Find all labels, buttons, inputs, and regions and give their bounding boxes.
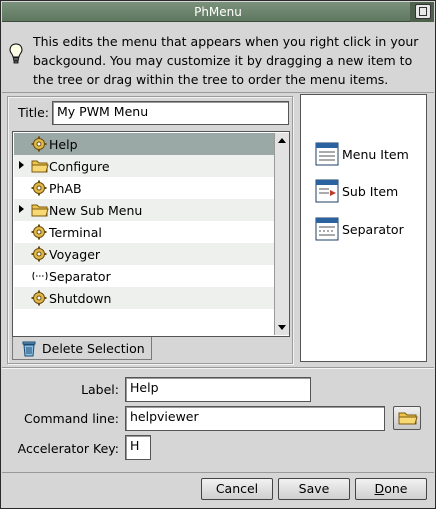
tree-item[interactable]: PhAB: [14, 177, 274, 199]
done-label: one: [384, 481, 408, 496]
gear-icon: [31, 246, 47, 262]
folder-icon: [31, 202, 49, 218]
command-line-label: Command line:: [24, 411, 119, 426]
window-title: PhMenu: [194, 5, 242, 19]
title-bar[interactable]: PhMenu: [2, 2, 434, 22]
folder-icon: [398, 412, 418, 425]
tree-item-label: PhAB: [49, 181, 82, 196]
folder-icon: [31, 158, 49, 174]
lightbulb-icon: [9, 43, 23, 64]
trash-icon: [22, 341, 36, 357]
label-field[interactable]: Help: [125, 377, 311, 402]
tree-scrollbar[interactable]: [274, 133, 289, 335]
tree-item[interactable]: Separator: [14, 265, 274, 287]
browse-button[interactable]: [393, 406, 421, 430]
phmenu-window: PhMenu This edits the menu that appears …: [0, 0, 436, 509]
palette-label: Menu Item: [342, 147, 409, 162]
info-panel: This edits the menu that appears when yo…: [2, 23, 434, 93]
gear-icon: [31, 180, 47, 196]
command-line-field[interactable]: helpviewer: [125, 406, 385, 431]
menu-tree[interactable]: Help Configure PhAB New Sub Menu Terminal Voy…: [12, 131, 290, 337]
done-mnemonic: D: [374, 481, 385, 496]
save-label: Save: [298, 481, 330, 496]
window-square-icon: [419, 7, 427, 16]
tree-item-label: Shutdown: [49, 291, 112, 306]
info-line: the tree or drag within the tree to orde…: [33, 72, 389, 87]
tree-item[interactable]: New Sub Menu: [14, 199, 274, 221]
delete-selection-button[interactable]: Delete Selection: [12, 337, 152, 360]
tree-item-label: Separator: [49, 269, 111, 284]
tree-item[interactable]: Voyager: [14, 243, 274, 265]
accelerator-key-field[interactable]: H: [125, 435, 151, 460]
info-line: This edits the menu that appears when yo…: [33, 34, 419, 49]
item-palette: Menu Item Sub Item Separator: [300, 94, 427, 362]
menu-title-input[interactable]: My PWM Menu: [52, 101, 289, 125]
menu-title-label: Title:: [18, 105, 49, 120]
sub-item-icon: [315, 179, 339, 203]
tree-item[interactable]: Help: [14, 133, 274, 155]
delete-selection-label: Delete Selection: [42, 341, 145, 356]
tree-item-label: Help: [49, 137, 78, 152]
expand-arrow-icon[interactable]: [19, 161, 24, 169]
palette-label: Separator: [342, 222, 404, 237]
scroll-up-icon[interactable]: [278, 138, 286, 143]
palette-label: Sub Item: [342, 184, 399, 199]
scroll-down-icon[interactable]: [278, 325, 286, 330]
tree-item[interactable]: Configure: [14, 155, 274, 177]
window-menu-button[interactable]: [415, 4, 431, 19]
save-button[interactable]: Save: [278, 478, 350, 500]
tree-item-label: Configure: [49, 159, 110, 174]
label-field-label: Label:: [81, 382, 119, 397]
section-divider: [2, 367, 434, 369]
info-text: This edits the menu that appears when yo…: [33, 32, 428, 89]
done-button[interactable]: Done: [355, 478, 427, 500]
tree-item-label: New Sub Menu: [49, 203, 143, 218]
cancel-label: Cancel: [215, 481, 259, 496]
tree-rows: Help Configure PhAB New Sub Menu Terminal Voy…: [14, 133, 274, 309]
tree-item[interactable]: Terminal: [14, 221, 274, 243]
gear-icon: [31, 136, 47, 152]
menu-item-icon: [315, 142, 339, 166]
info-line: backgound. You may customize it by dragg…: [33, 53, 413, 68]
tree-item[interactable]: Shutdown: [14, 287, 274, 309]
expand-arrow-icon[interactable]: [19, 205, 24, 213]
separator-icon: [31, 268, 48, 284]
cancel-button[interactable]: Cancel: [201, 478, 273, 500]
accelerator-key-label: Accelerator Key:: [17, 441, 119, 456]
tree-item-label: Voyager: [49, 247, 101, 262]
separator-doc-icon: [315, 217, 339, 241]
tree-item-label: Terminal: [49, 225, 102, 240]
gear-icon: [31, 224, 47, 240]
gear-icon: [31, 290, 47, 306]
